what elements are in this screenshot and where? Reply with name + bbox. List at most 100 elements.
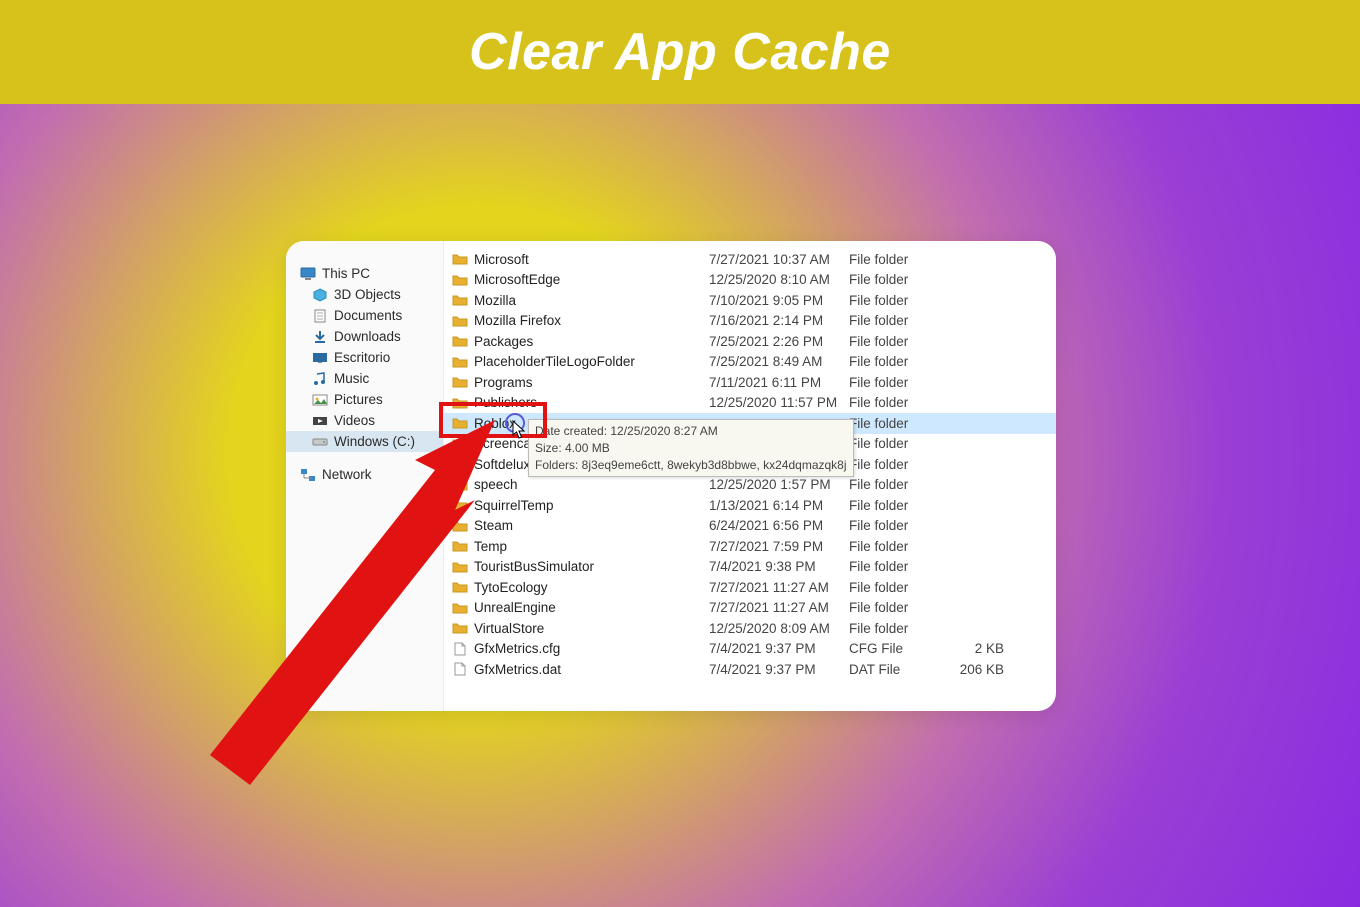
file-type: File folder [849, 375, 944, 390]
file-name: PlaceholderTileLogoFolder [474, 354, 709, 369]
sidebar-item-documents[interactable]: Documents [286, 305, 443, 326]
folder-icon [452, 539, 468, 553]
file-date: 7/27/2021 10:37 AM [709, 252, 849, 267]
sidebar-item-label: Downloads [334, 329, 401, 344]
sidebar-item-label: Pictures [334, 392, 383, 407]
file-name: Mozilla Firefox [474, 313, 709, 328]
folder-icon [452, 334, 468, 348]
file-row[interactable]: Mozilla Firefox7/16/2021 2:14 PMFile fol… [444, 311, 1056, 332]
folder-icon [452, 519, 468, 533]
file-type: CFG File [849, 641, 944, 656]
file-date: 12/25/2020 8:10 AM [709, 272, 849, 287]
folder-icon [452, 601, 468, 615]
file-type: File folder [849, 395, 944, 410]
file-type: File folder [849, 416, 944, 431]
file-type: File folder [849, 539, 944, 554]
header-band: Clear App Cache [0, 0, 1360, 104]
file-name: TytoEcology [474, 580, 709, 595]
file-row[interactable]: Temp7/27/2021 7:59 PMFile folder [444, 536, 1056, 557]
file-date: 7/27/2021 11:27 AM [709, 580, 849, 595]
vid-icon [312, 414, 328, 428]
file-name: Steam [474, 518, 709, 533]
folder-icon [452, 355, 468, 369]
sidebar-item-escritorio[interactable]: Escritorio [286, 347, 443, 368]
sidebar-item-windows-c-[interactable]: Windows (C:) [286, 431, 443, 452]
file-name: GfxMetrics.dat [474, 662, 709, 677]
sidebar-item-label: Documents [334, 308, 402, 323]
sidebar-item-this-pc[interactable]: This PC [286, 263, 443, 284]
folder-icon [452, 293, 468, 307]
file-row[interactable]: speech12/25/2020 1:57 PMFile folder [444, 475, 1056, 496]
file-row[interactable]: Mozilla7/10/2021 9:05 PMFile folder [444, 290, 1056, 311]
folder-icon [452, 621, 468, 635]
file-name: SquirrelTemp [474, 498, 709, 513]
highlight-box [439, 402, 547, 438]
folder-icon [452, 375, 468, 389]
file-name: speech [474, 477, 709, 492]
folder-icon [452, 252, 468, 266]
file-row[interactable]: UnrealEngine7/27/2021 11:27 AMFile folde… [444, 598, 1056, 619]
sidebar-item-music[interactable]: Music [286, 368, 443, 389]
explorer-sidebar: This PC 3D Objects Documents Downloads Escri… [286, 241, 444, 711]
file-row[interactable]: PlaceholderTileLogoFolder7/25/2021 8:49 … [444, 352, 1056, 373]
file-size: 206 KB [944, 662, 1004, 677]
file-icon [452, 642, 468, 656]
file-type: File folder [849, 313, 944, 328]
file-date: 7/4/2021 9:37 PM [709, 662, 849, 677]
file-row[interactable]: TytoEcology7/27/2021 11:27 AMFile folder [444, 577, 1056, 598]
file-type: File folder [849, 518, 944, 533]
file-date: 7/4/2021 9:38 PM [709, 559, 849, 574]
sidebar-item-label: Music [334, 371, 369, 386]
sidebar-item-label: Escritorio [334, 350, 390, 365]
file-type: File folder [849, 621, 944, 636]
sidebar-item-label: 3D Objects [334, 287, 401, 302]
file-name: UnrealEngine [474, 600, 709, 615]
file-name: MicrosoftEdge [474, 272, 709, 287]
folder-tooltip: Date created: 12/25/2020 8:27 AM Size: 4… [528, 419, 854, 477]
file-date: 7/4/2021 9:37 PM [709, 641, 849, 656]
file-row[interactable]: TouristBusSimulator7/4/2021 9:38 PMFile … [444, 557, 1056, 578]
file-type: File folder [849, 498, 944, 513]
file-row[interactable]: MicrosoftEdge12/25/2020 8:10 AMFile fold… [444, 270, 1056, 291]
file-name: Packages [474, 334, 709, 349]
file-row[interactable]: Programs7/11/2021 6:11 PMFile folder [444, 372, 1056, 393]
sidebar-item-pictures[interactable]: Pictures [286, 389, 443, 410]
file-row[interactable]: Microsoft7/27/2021 10:37 AMFile folder [444, 249, 1056, 270]
file-type: File folder [849, 293, 944, 308]
file-row[interactable]: GfxMetrics.dat7/4/2021 9:37 PMDAT File20… [444, 659, 1056, 680]
file-date: 6/24/2021 6:56 PM [709, 518, 849, 533]
pc-icon [300, 267, 316, 281]
cursor-icon [512, 420, 528, 440]
file-name: Microsoft [474, 252, 709, 267]
sidebar-item-label: Network [322, 467, 372, 482]
doc-icon [312, 309, 328, 323]
drive-icon [312, 435, 328, 449]
sidebar-item-videos[interactable]: Videos [286, 410, 443, 431]
sidebar-item-downloads[interactable]: Downloads [286, 326, 443, 347]
file-type: File folder [849, 354, 944, 369]
sidebar-item-label: Videos [334, 413, 375, 428]
file-date: 12/25/2020 8:09 AM [709, 621, 849, 636]
file-row[interactable]: SquirrelTemp1/13/2021 6:14 PMFile folder [444, 495, 1056, 516]
sidebar-item-3d-objects[interactable]: 3D Objects [286, 284, 443, 305]
file-type: File folder [849, 252, 944, 267]
file-type: File folder [849, 559, 944, 574]
folder-icon [452, 457, 468, 471]
file-type: File folder [849, 436, 944, 451]
file-date: 7/27/2021 11:27 AM [709, 600, 849, 615]
file-row[interactable]: GfxMetrics.cfg7/4/2021 9:37 PMCFG File2 … [444, 639, 1056, 660]
file-size: 2 KB [944, 641, 1004, 656]
file-row[interactable]: Packages7/25/2021 2:26 PMFile folder [444, 331, 1056, 352]
folder-icon [452, 498, 468, 512]
sidebar-item-network[interactable]: Network [286, 464, 443, 485]
desk-icon [312, 351, 328, 365]
file-type: File folder [849, 580, 944, 595]
file-date: 7/25/2021 2:26 PM [709, 334, 849, 349]
file-type: File folder [849, 477, 944, 492]
file-name: Mozilla [474, 293, 709, 308]
file-row[interactable]: VirtualStore12/25/2020 8:09 AMFile folde… [444, 618, 1056, 639]
folder-icon [452, 314, 468, 328]
file-name: VirtualStore [474, 621, 709, 636]
file-type: DAT File [849, 662, 944, 677]
file-row[interactable]: Steam6/24/2021 6:56 PMFile folder [444, 516, 1056, 537]
